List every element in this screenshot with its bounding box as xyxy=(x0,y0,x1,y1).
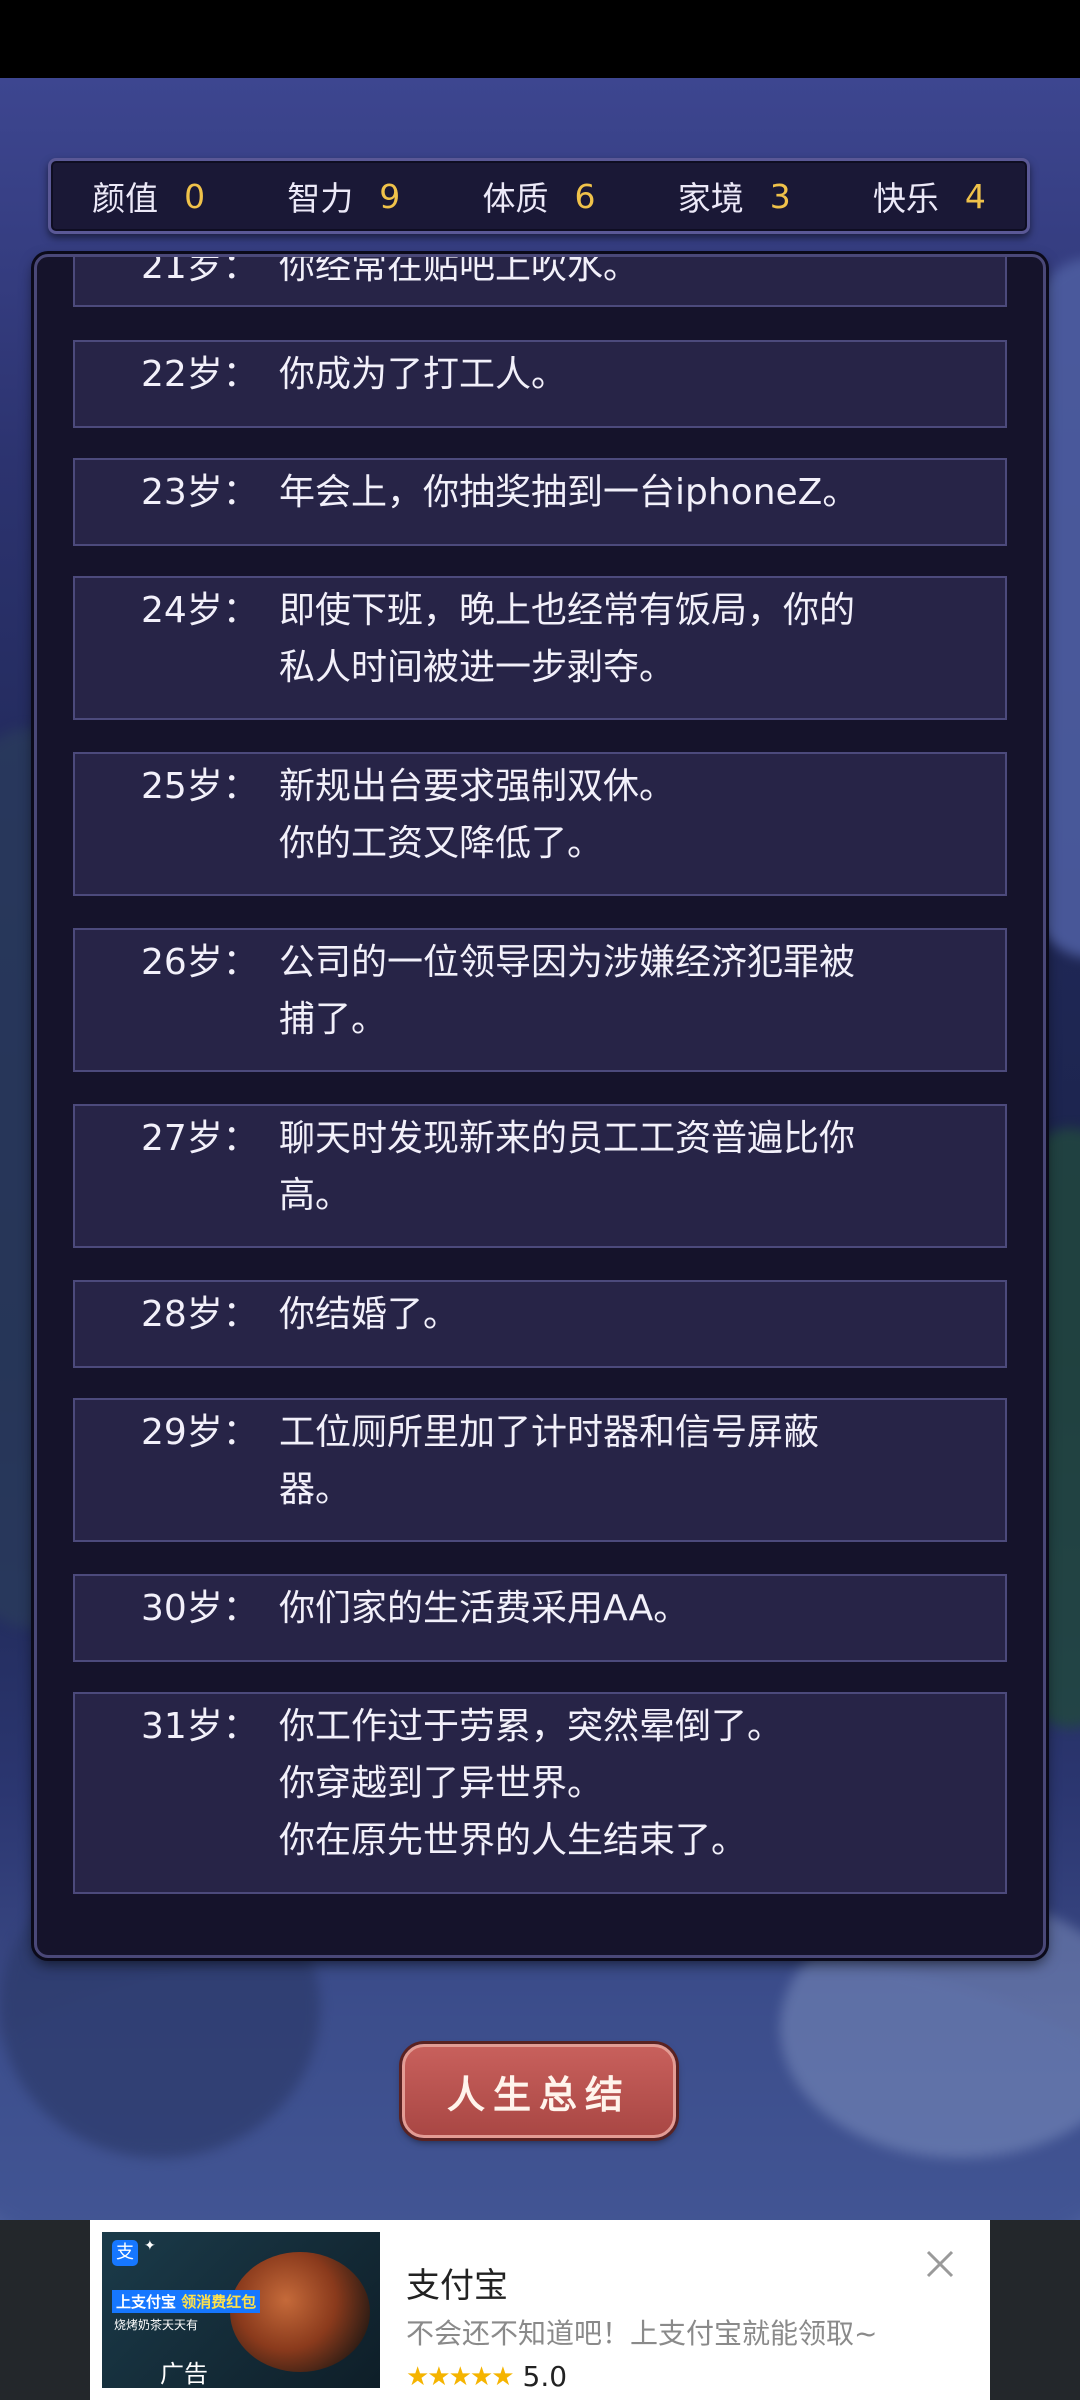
alipay-icon: 支 xyxy=(112,2240,138,2266)
stat-label: 体质 xyxy=(482,179,549,218)
stat-happiness: 快乐 4 xyxy=(832,172,1027,220)
event-text: 公司的一位领导因为涉嫌经济犯罪被 捕了。 xyxy=(279,934,1005,1070)
event-age: 31岁： xyxy=(141,1706,259,1747)
life-summary-button[interactable]: 人生总结 xyxy=(402,2044,676,2138)
sparkle-icon: ✦ xyxy=(144,2238,156,2254)
event-card-31: 31岁： 你工作过于劳累，突然晕倒了。 你穿越到了异世界。你在原先世界的人生结束了。 xyxy=(73,1692,1007,1894)
event-text: 新规出台要求强制双休。 你的工资又降低了。 xyxy=(279,758,1005,894)
event-line: 捕了。 xyxy=(279,999,388,1040)
ad-image-headline: 上支付宝 领消费红包 xyxy=(112,2290,261,2313)
event-line: 你穿越到了异世界。 xyxy=(279,1763,604,1804)
ad-rating: ★★★★★ 5.0 xyxy=(406,2360,567,2393)
event-line: 即使下班，晚上也经常有饭局，你的 xyxy=(279,590,856,631)
event-card-30: 30岁： 你们家的生活费采用AA。 xyxy=(73,1574,1007,1662)
event-age: 27岁： xyxy=(141,1118,259,1159)
event-line: 年会上，你抽奖抽到一台iphoneZ。 xyxy=(279,472,859,513)
ad-image-subline: 烧烤奶茶天天有 xyxy=(114,2318,199,2332)
attribute-bar: 颜值 0 智力 9 体质 6 家境 3 快乐 4 xyxy=(48,158,1030,234)
event-line: 新规出台要求强制双休。 xyxy=(279,766,676,807)
life-events-panel[interactable]: 21岁： 你经常在贴吧上吹水。 22岁： 你成为了打工人。 23岁： 年会上，你抽奖抽到一… xyxy=(34,254,1046,1958)
event-text: 你经常在贴吧上吹水。 xyxy=(279,254,1005,295)
event-age: 29岁： xyxy=(141,1412,259,1453)
event-card-28: 28岁： 你结婚了。 xyxy=(73,1280,1007,1368)
event-age: 23岁： xyxy=(141,472,259,513)
ad-tag: 广告 xyxy=(160,2360,208,2388)
rating-value: 5.0 xyxy=(522,2360,568,2393)
ad-card[interactable]: 支 ✦ 上支付宝 领消费红包 烧烤奶茶天天有 广告 支付宝 不会还不知道吧！上支… xyxy=(90,2220,990,2400)
event-line: 你成为了打工人。 xyxy=(279,354,568,395)
event-line: 你结婚了。 xyxy=(279,1294,460,1335)
stat-value: 6 xyxy=(574,176,596,216)
stat-family: 家境 3 xyxy=(637,172,832,220)
ad-description: 不会还不知道吧！上支付宝就能领取~ xyxy=(406,2317,878,2350)
event-text: 你成为了打工人。 xyxy=(279,346,1005,426)
rating-stars-icon: ★★★★★ xyxy=(406,2361,515,2392)
event-text: 即使下班，晚上也经常有饭局，你的 私人时间被进一步剥夺。 xyxy=(279,582,1005,718)
stat-value: 3 xyxy=(769,176,791,216)
event-line: 公司的一位领导因为涉嫌经济犯罪被 xyxy=(279,942,856,983)
event-text: 年会上，你抽奖抽到一台iphoneZ。 xyxy=(279,464,1005,544)
event-card-26: 26岁： 公司的一位领导因为涉嫌经济犯罪被 捕了。 xyxy=(73,928,1007,1072)
event-age: 28岁： xyxy=(141,1294,259,1335)
event-line: 你工作过于劳累，突然晕倒了。 xyxy=(279,1706,784,1747)
event-text: 你结婚了。 xyxy=(279,1286,1005,1366)
stat-appearance: 颜值 0 xyxy=(51,172,246,220)
event-text: 你们家的生活费采用AA。 xyxy=(279,1580,1005,1660)
stat-constitution: 体质 6 xyxy=(441,172,636,220)
event-line: 工位厕所里加了计时器和信号屏蔽 xyxy=(279,1412,820,1453)
stat-value: 4 xyxy=(964,176,986,216)
stat-intelligence: 智力 9 xyxy=(246,172,441,220)
event-card-24: 24岁： 即使下班，晚上也经常有饭局，你的 私人时间被进一步剥夺。 xyxy=(73,576,1007,720)
event-line: 聊天时发现新来的员工工资普遍比你 xyxy=(279,1118,856,1159)
event-line: 你的工资又降低了。 xyxy=(279,823,604,864)
stat-value: 9 xyxy=(379,176,401,216)
ad-close-icon[interactable] xyxy=(922,2246,958,2282)
event-card-22: 22岁： 你成为了打工人。 xyxy=(73,340,1007,428)
status-bar xyxy=(0,0,1080,78)
event-card-29: 29岁： 工位厕所里加了计时器和信号屏蔽 器。 xyxy=(73,1398,1007,1542)
event-card-27: 27岁： 聊天时发现新来的员工工资普遍比你 高。 xyxy=(73,1104,1007,1248)
stat-label: 颜值 xyxy=(92,179,159,218)
event-card-25: 25岁： 新规出台要求强制双休。 你的工资又降低了。 xyxy=(73,752,1007,896)
event-age: 30岁： xyxy=(141,1588,259,1629)
event-line: 你在原先世界的人生结束了。 xyxy=(279,1820,748,1861)
event-line: 私人时间被进一步剥夺。 xyxy=(279,647,676,688)
event-card-23: 23岁： 年会上，你抽奖抽到一台iphoneZ。 xyxy=(73,458,1007,546)
event-card-21: 21岁： 你经常在贴吧上吹水。 xyxy=(73,254,1007,307)
event-text: 聊天时发现新来的员工工资普遍比你 高。 xyxy=(279,1110,1005,1246)
event-line: 高。 xyxy=(279,1175,352,1216)
event-age: 24岁： xyxy=(141,590,259,631)
event-line: 器。 xyxy=(279,1469,352,1510)
event-age: 26岁： xyxy=(141,942,259,983)
event-line: 你经常在贴吧上吹水。 xyxy=(279,254,640,287)
event-age: 22岁： xyxy=(141,354,259,395)
ad-image[interactable]: 支 ✦ 上支付宝 领消费红包 烧烤奶茶天天有 广告 xyxy=(102,2232,380,2388)
event-age: 25岁： xyxy=(141,766,259,807)
ad-title: 支付宝 xyxy=(406,2266,508,2306)
stat-label: 快乐 xyxy=(872,179,939,218)
stat-value: 0 xyxy=(184,176,206,216)
stat-label: 家境 xyxy=(677,179,744,218)
event-line: 你们家的生活费采用AA。 xyxy=(279,1588,690,1629)
event-age: 21岁： xyxy=(141,254,259,287)
event-text: 工位厕所里加了计时器和信号屏蔽 器。 xyxy=(279,1404,1005,1540)
event-text: 你工作过于劳累，突然晕倒了。 你穿越到了异世界。你在原先世界的人生结束了。 xyxy=(279,1698,1005,1892)
stat-label: 智力 xyxy=(287,179,354,218)
